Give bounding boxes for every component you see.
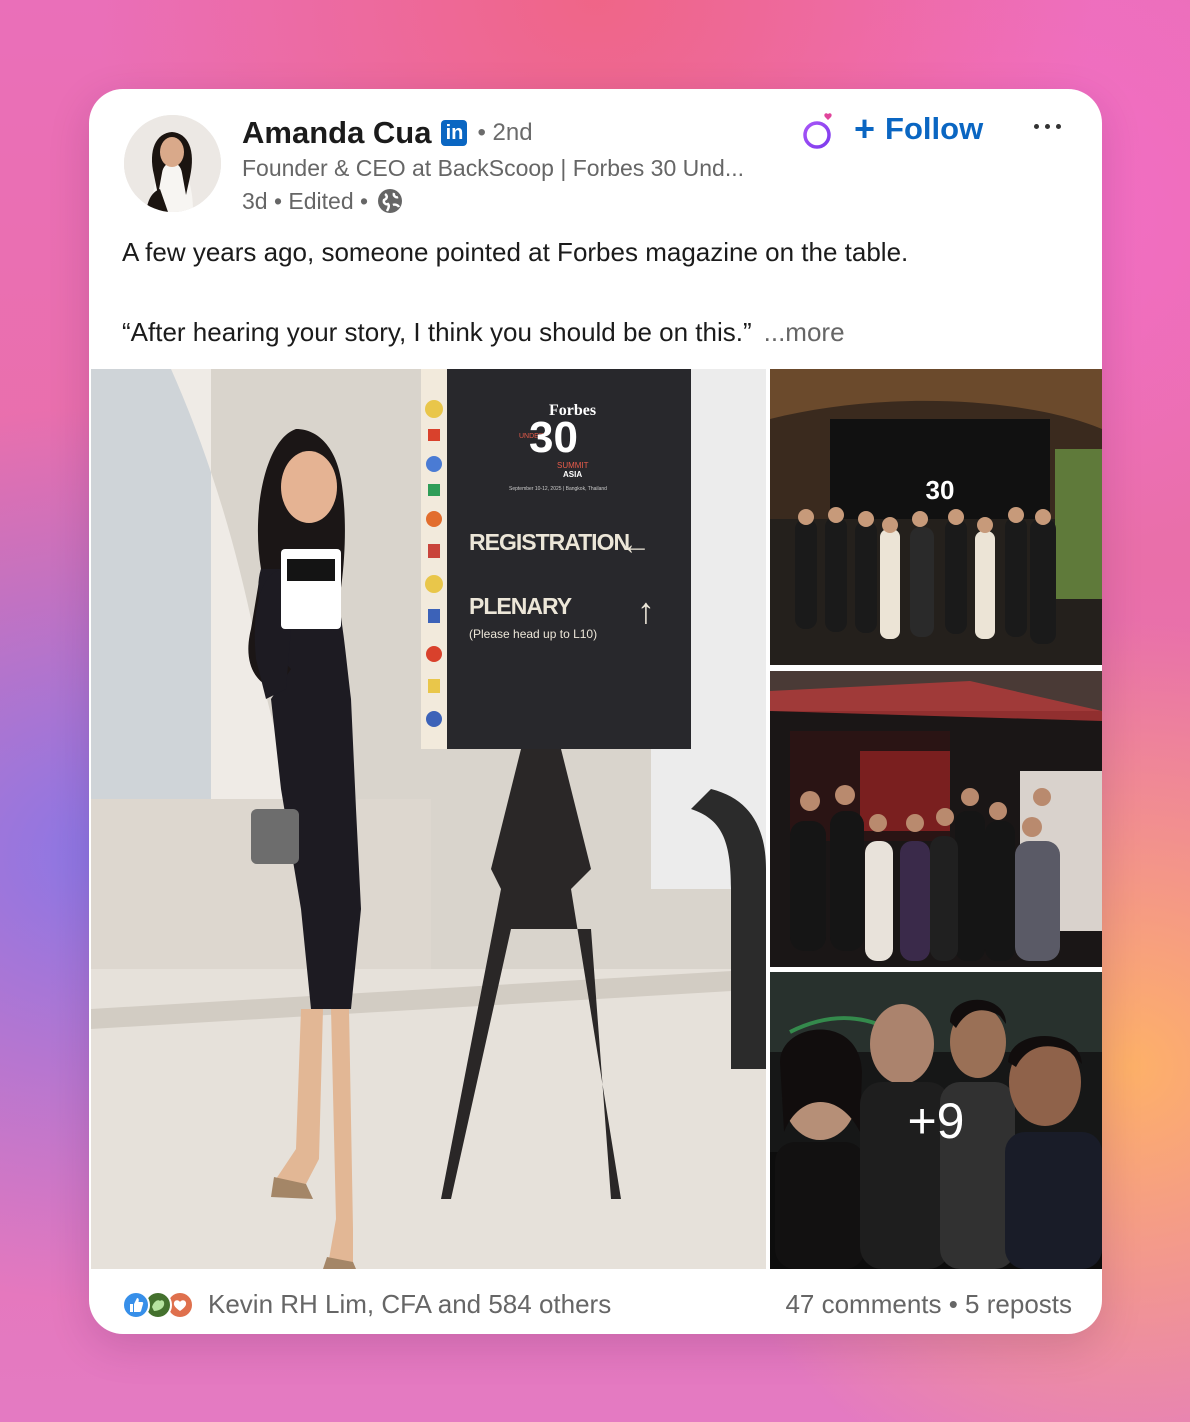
post-time: 3d • Edited • bbox=[242, 187, 369, 214]
post-text: A few years ago, someone pointed at Forb… bbox=[122, 232, 1072, 352]
photo-grid: Forbes UNDER 30 SUMMIT ASIA September 10… bbox=[91, 369, 1102, 1269]
photo-group-2[interactable] bbox=[770, 671, 1102, 967]
like-icon bbox=[122, 1291, 150, 1319]
linkedin-icon: in bbox=[441, 120, 468, 146]
event-sign: Forbes UNDER 30 SUMMIT ASIA September 10… bbox=[421, 369, 691, 749]
sign-asia: ASIA bbox=[563, 470, 583, 479]
post-text-line2: “After hearing your story, I think you s… bbox=[122, 317, 752, 347]
photo-main[interactable]: Forbes UNDER 30 SUMMIT ASIA September 10… bbox=[91, 369, 766, 1269]
up-arrow-icon: ↑ bbox=[637, 590, 655, 631]
author-name[interactable]: Amanda Cua bbox=[242, 115, 431, 151]
photo-group-1[interactable]: 30 bbox=[770, 369, 1102, 665]
sign-plenary: PLENARY bbox=[469, 593, 572, 619]
avatar[interactable] bbox=[124, 115, 221, 212]
photo-group-3[interactable]: +9 bbox=[770, 972, 1102, 1269]
follow-label: Follow bbox=[885, 111, 984, 146]
more-icon[interactable] bbox=[1027, 111, 1067, 141]
follow-button[interactable]: + Follow bbox=[854, 109, 983, 149]
globe-icon bbox=[378, 189, 403, 213]
plus-icon: + bbox=[854, 108, 876, 149]
reactions-summary[interactable]: Kevin RH Lim, CFA and 584 others bbox=[208, 1289, 611, 1320]
connection-degree: • 2nd bbox=[477, 119, 533, 146]
post-meta: 3d • Edited • bbox=[242, 187, 404, 215]
post-text-line1: A few years ago, someone pointed at Forb… bbox=[122, 237, 909, 267]
author-headline: Founder & CEO at BackScoop | Forbes 30 U… bbox=[242, 155, 745, 181]
ring-icon[interactable] bbox=[801, 111, 839, 151]
sign-number: 30 bbox=[529, 413, 578, 462]
see-more-link[interactable]: ...more bbox=[764, 317, 845, 347]
social-counts: Kevin RH Lim, CFA and 584 others 47 comm… bbox=[122, 1286, 1072, 1322]
reaction-icons[interactable] bbox=[122, 1289, 202, 1319]
author-name-row: Amanda Cua in • 2nd bbox=[242, 113, 533, 153]
comments-reposts[interactable]: 47 comments • 5 reposts bbox=[785, 1289, 1072, 1320]
sign-registration: REGISTRATION bbox=[469, 529, 630, 555]
post-text-line2-wrap: “After hearing your story, I think you s… bbox=[122, 312, 1072, 352]
svg-text:30: 30 bbox=[926, 475, 955, 505]
post-card: Amanda Cua in • 2nd Founder & CEO at Bac… bbox=[89, 89, 1102, 1334]
sign-summit: SUMMIT bbox=[557, 461, 589, 470]
left-arrow-icon: ← bbox=[621, 528, 651, 561]
sign-plenary-note: (Please head up to L10) bbox=[469, 627, 598, 641]
more-photos-overlay[interactable]: +9 bbox=[770, 972, 1102, 1269]
sign-dates: September 10-12, 2025 | Bangkok, Thailan… bbox=[509, 486, 607, 492]
